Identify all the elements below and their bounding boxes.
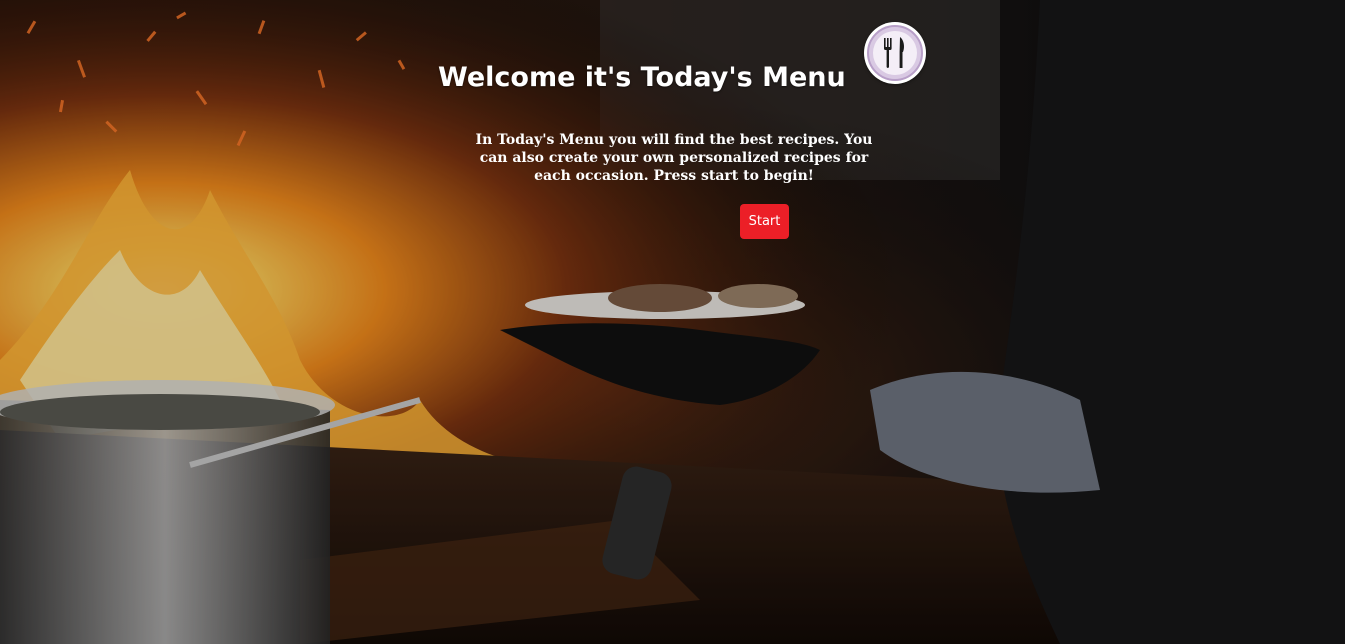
page-title: Welcome it's Today's Menu: [438, 62, 846, 93]
intro-text: In Today's Menu you will find the best r…: [475, 132, 873, 184]
hero-section: Welcome it's Today's Menu In Today's Men…: [0, 0, 1345, 644]
fork-knife-icon: [864, 22, 926, 84]
welcome-page: Welcome it's Today's Menu In Today's Men…: [0, 0, 1345, 644]
start-button[interactable]: Start: [740, 204, 789, 239]
